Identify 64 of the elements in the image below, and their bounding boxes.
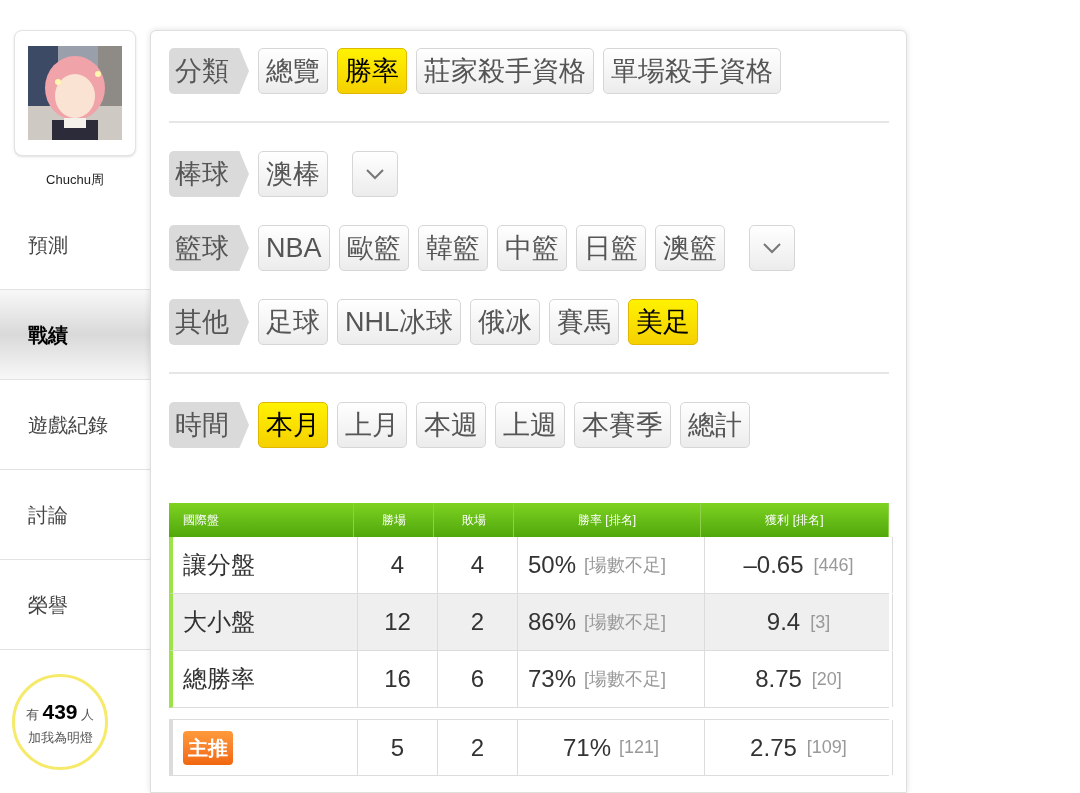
rank-note: [場數不足]: [584, 553, 667, 577]
filter-option[interactable]: 韓籃: [417, 225, 488, 271]
fans-caption: 加我為明燈: [27, 728, 93, 747]
filter-option[interactable]: 俄冰: [470, 299, 540, 345]
filter-option[interactable]: 賽馬: [549, 299, 619, 345]
wins-cell: 4: [358, 537, 438, 593]
filter-option[interactable]: 足球: [258, 299, 328, 345]
user-name: Chuchu周: [46, 171, 104, 189]
rank-note: [3]: [810, 610, 831, 634]
losses-cell: 2: [438, 720, 518, 775]
filter-label: 時間: [169, 402, 249, 448]
filter-option[interactable]: 本週: [416, 402, 486, 448]
profit-value: 2.75: [750, 732, 797, 763]
filter-option[interactable]: 美足: [628, 299, 698, 345]
rank-note: [109]: [806, 736, 847, 759]
filter-option[interactable]: 本賽季: [574, 402, 671, 448]
wins-cell: 5: [358, 720, 438, 775]
filter-option[interactable]: 勝率: [337, 48, 407, 94]
filter-option[interactable]: 本月: [258, 402, 328, 448]
filter-option[interactable]: 歐籃: [338, 225, 409, 271]
market-name: 大小盤: [183, 607, 255, 637]
chevron-down-icon: [365, 168, 385, 180]
fans-count: 有 439 人: [25, 699, 95, 725]
rank-note: [20]: [811, 667, 842, 691]
filter-option[interactable]: 單場殺手資格: [603, 48, 781, 94]
filter-option[interactable]: 總計: [680, 402, 750, 448]
featured-badge: 主推: [183, 730, 233, 765]
rank-note: [121]: [619, 736, 660, 759]
win-rate: 50%: [528, 550, 577, 580]
filter-label: 分類: [169, 48, 249, 94]
dropdown-button[interactable]: [352, 151, 398, 197]
filter-option[interactable]: 澳棒: [258, 151, 328, 197]
filter-option[interactable]: 莊家殺手資格: [416, 48, 594, 94]
losses-cell: 4: [438, 537, 518, 593]
dropdown-button[interactable]: [748, 225, 795, 271]
profit-value: 9.4: [766, 607, 801, 637]
win-rate: 73%: [528, 664, 577, 694]
filter-option[interactable]: 上月: [337, 402, 407, 448]
filter-option[interactable]: NHL冰球: [337, 299, 461, 345]
filter-option[interactable]: 日籃: [575, 225, 646, 271]
filter-option[interactable]: NBA: [258, 225, 330, 271]
market-name: 總勝率: [183, 664, 255, 694]
filter-label: 棒球: [169, 151, 249, 197]
chevron-down-icon: [761, 242, 782, 254]
profit-value: –0.65: [743, 550, 804, 580]
profit-value: 8.75: [755, 664, 802, 694]
losses-cell: 6: [438, 651, 518, 707]
filter-label: 其他: [169, 299, 249, 345]
rank-note: [場數不足]: [584, 610, 667, 634]
filter-option[interactable]: 上週: [495, 402, 565, 448]
filter-option[interactable]: 中籃: [496, 225, 567, 271]
filter-option[interactable]: 澳籃: [654, 225, 725, 271]
losses-cell: 2: [438, 594, 518, 650]
wins-cell: 16: [358, 651, 438, 707]
filter-label: 籃球: [169, 225, 249, 271]
rank-note: [446]: [813, 553, 854, 577]
filter-option[interactable]: 總覽: [258, 48, 328, 94]
nav-item[interactable]: 戰績: [0, 290, 150, 380]
wins-cell: 12: [358, 594, 438, 650]
win-rate: 86%: [528, 607, 577, 637]
market-name: 讓分盤: [183, 550, 255, 580]
rank-note: [場數不足]: [584, 667, 667, 691]
avatar-card[interactable]: [14, 30, 136, 156]
win-rate: 71%: [562, 732, 611, 763]
